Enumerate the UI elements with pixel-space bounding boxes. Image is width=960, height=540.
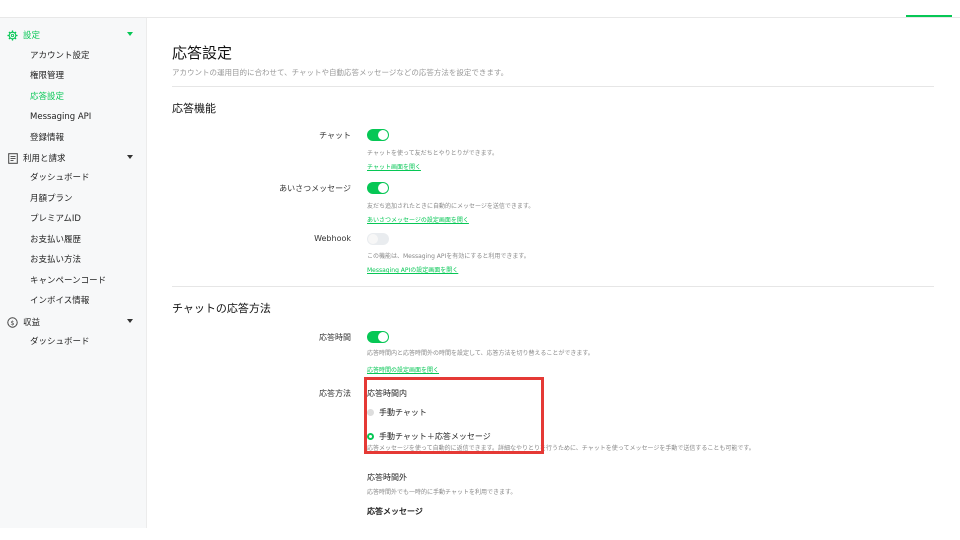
section-title-chat-method: チャットの応答方法 <box>172 302 271 315</box>
greeting-label: あいさつメッセージ <box>279 184 351 193</box>
messaging-api-settings-link[interactable]: Messaging APIの設定画面を開く <box>367 265 458 274</box>
highlight-box <box>364 377 544 454</box>
chat-open-link[interactable]: チャット画面を開く <box>367 162 421 171</box>
webhook-label: Webhook <box>314 234 351 243</box>
outside-hours-description: 応答時間外でも一時的に手動チャットを利用できます。 <box>367 489 517 496</box>
receipt-icon <box>7 152 18 164</box>
response-hours-label: 応答時間 <box>319 333 351 342</box>
toggle-knob <box>378 183 388 193</box>
chat-toggle[interactable] <box>367 129 389 141</box>
response-method-label: 応答方法 <box>319 389 351 398</box>
sidebar-item-campaign-code[interactable]: キャンペーンコード <box>30 274 106 288</box>
response-hours-settings-link[interactable]: 応答時間の設定画面を開く <box>367 365 439 374</box>
sidebar-item-messaging-api[interactable]: Messaging API <box>30 110 91 124</box>
sidebar-group-label: 利用と請求 <box>23 154 66 164</box>
sidebar-group-settings[interactable]: 設定 <box>7 27 137 43</box>
sidebar-item-revenue-dashboard[interactable]: ダッシュボード <box>30 335 90 349</box>
sidebar-item-payment-method[interactable]: お支払い方法 <box>30 253 81 267</box>
sidebar-item-account-settings[interactable]: アカウント設定 <box>30 49 90 63</box>
sidebar-group-billing[interactable]: 利用と請求 <box>7 150 137 166</box>
sidebar-item-response-settings[interactable]: 応答設定 <box>30 90 64 104</box>
chevron-down-icon <box>127 155 133 159</box>
response-message-heading: 応答メッセージ <box>367 507 423 516</box>
chat-description: チャットを使って友だちとやりとりができます。 <box>367 150 499 157</box>
page-title: 応答設定 <box>172 44 233 62</box>
sidebar: 設定 アカウント設定 権限管理 応答設定 Messaging API 登録情報 … <box>0 18 147 528</box>
webhook-description: この機能は、Messaging APIを有効にすると利用できます。 <box>367 253 530 260</box>
greeting-description: 友だち追加されたときに自動的にメッセージを送信できます。 <box>367 203 535 210</box>
chevron-down-icon <box>127 32 133 36</box>
sidebar-item-premium-id[interactable]: プレミアムID <box>30 212 81 226</box>
response-hours-description: 応答時間内と応答時間外の時間を設定して、応答方法を切り替えることができます。 <box>367 350 594 357</box>
sidebar-item-payment-history[interactable]: お支払い履歴 <box>30 233 81 247</box>
sidebar-group-label: 設定 <box>23 31 41 41</box>
sidebar-item-dashboard[interactable]: ダッシュボード <box>30 171 90 185</box>
outside-hours-heading: 応答時間外 <box>367 473 407 482</box>
toggle-knob <box>368 234 378 244</box>
svg-text:$: $ <box>10 319 14 327</box>
toggle-knob <box>378 130 388 140</box>
currency-icon: $ <box>7 316 18 328</box>
divider <box>172 86 934 87</box>
response-hours-toggle[interactable] <box>367 331 389 343</box>
greeting-toggle[interactable] <box>367 182 389 194</box>
sidebar-group-revenue[interactable]: $ 収益 <box>7 314 137 330</box>
section-title-features: 応答機能 <box>172 102 216 115</box>
sidebar-item-registration[interactable]: 登録情報 <box>30 131 64 145</box>
gear-icon <box>7 29 18 41</box>
webhook-toggle[interactable] <box>367 233 389 245</box>
page-subtitle: アカウントの運用目的に合わせて、チャットや自動応答メッセージなどの応答方法を設定… <box>172 68 509 77</box>
chevron-down-icon <box>127 319 133 323</box>
toggle-knob <box>378 332 388 342</box>
main-content: 応答設定 アカウントの運用目的に合わせて、チャットや自動応答メッセージなどの応答… <box>172 0 934 540</box>
sidebar-item-permissions[interactable]: 権限管理 <box>30 69 64 83</box>
greeting-settings-link[interactable]: あいさつメッセージの設定画面を開く <box>367 215 469 224</box>
chat-label: チャット <box>319 131 351 140</box>
divider <box>172 286 934 287</box>
sidebar-item-invoice-info[interactable]: インボイス情報 <box>30 294 89 308</box>
sidebar-item-monthly-plan[interactable]: 月額プラン <box>30 192 73 206</box>
sidebar-group-label: 収益 <box>23 318 41 328</box>
